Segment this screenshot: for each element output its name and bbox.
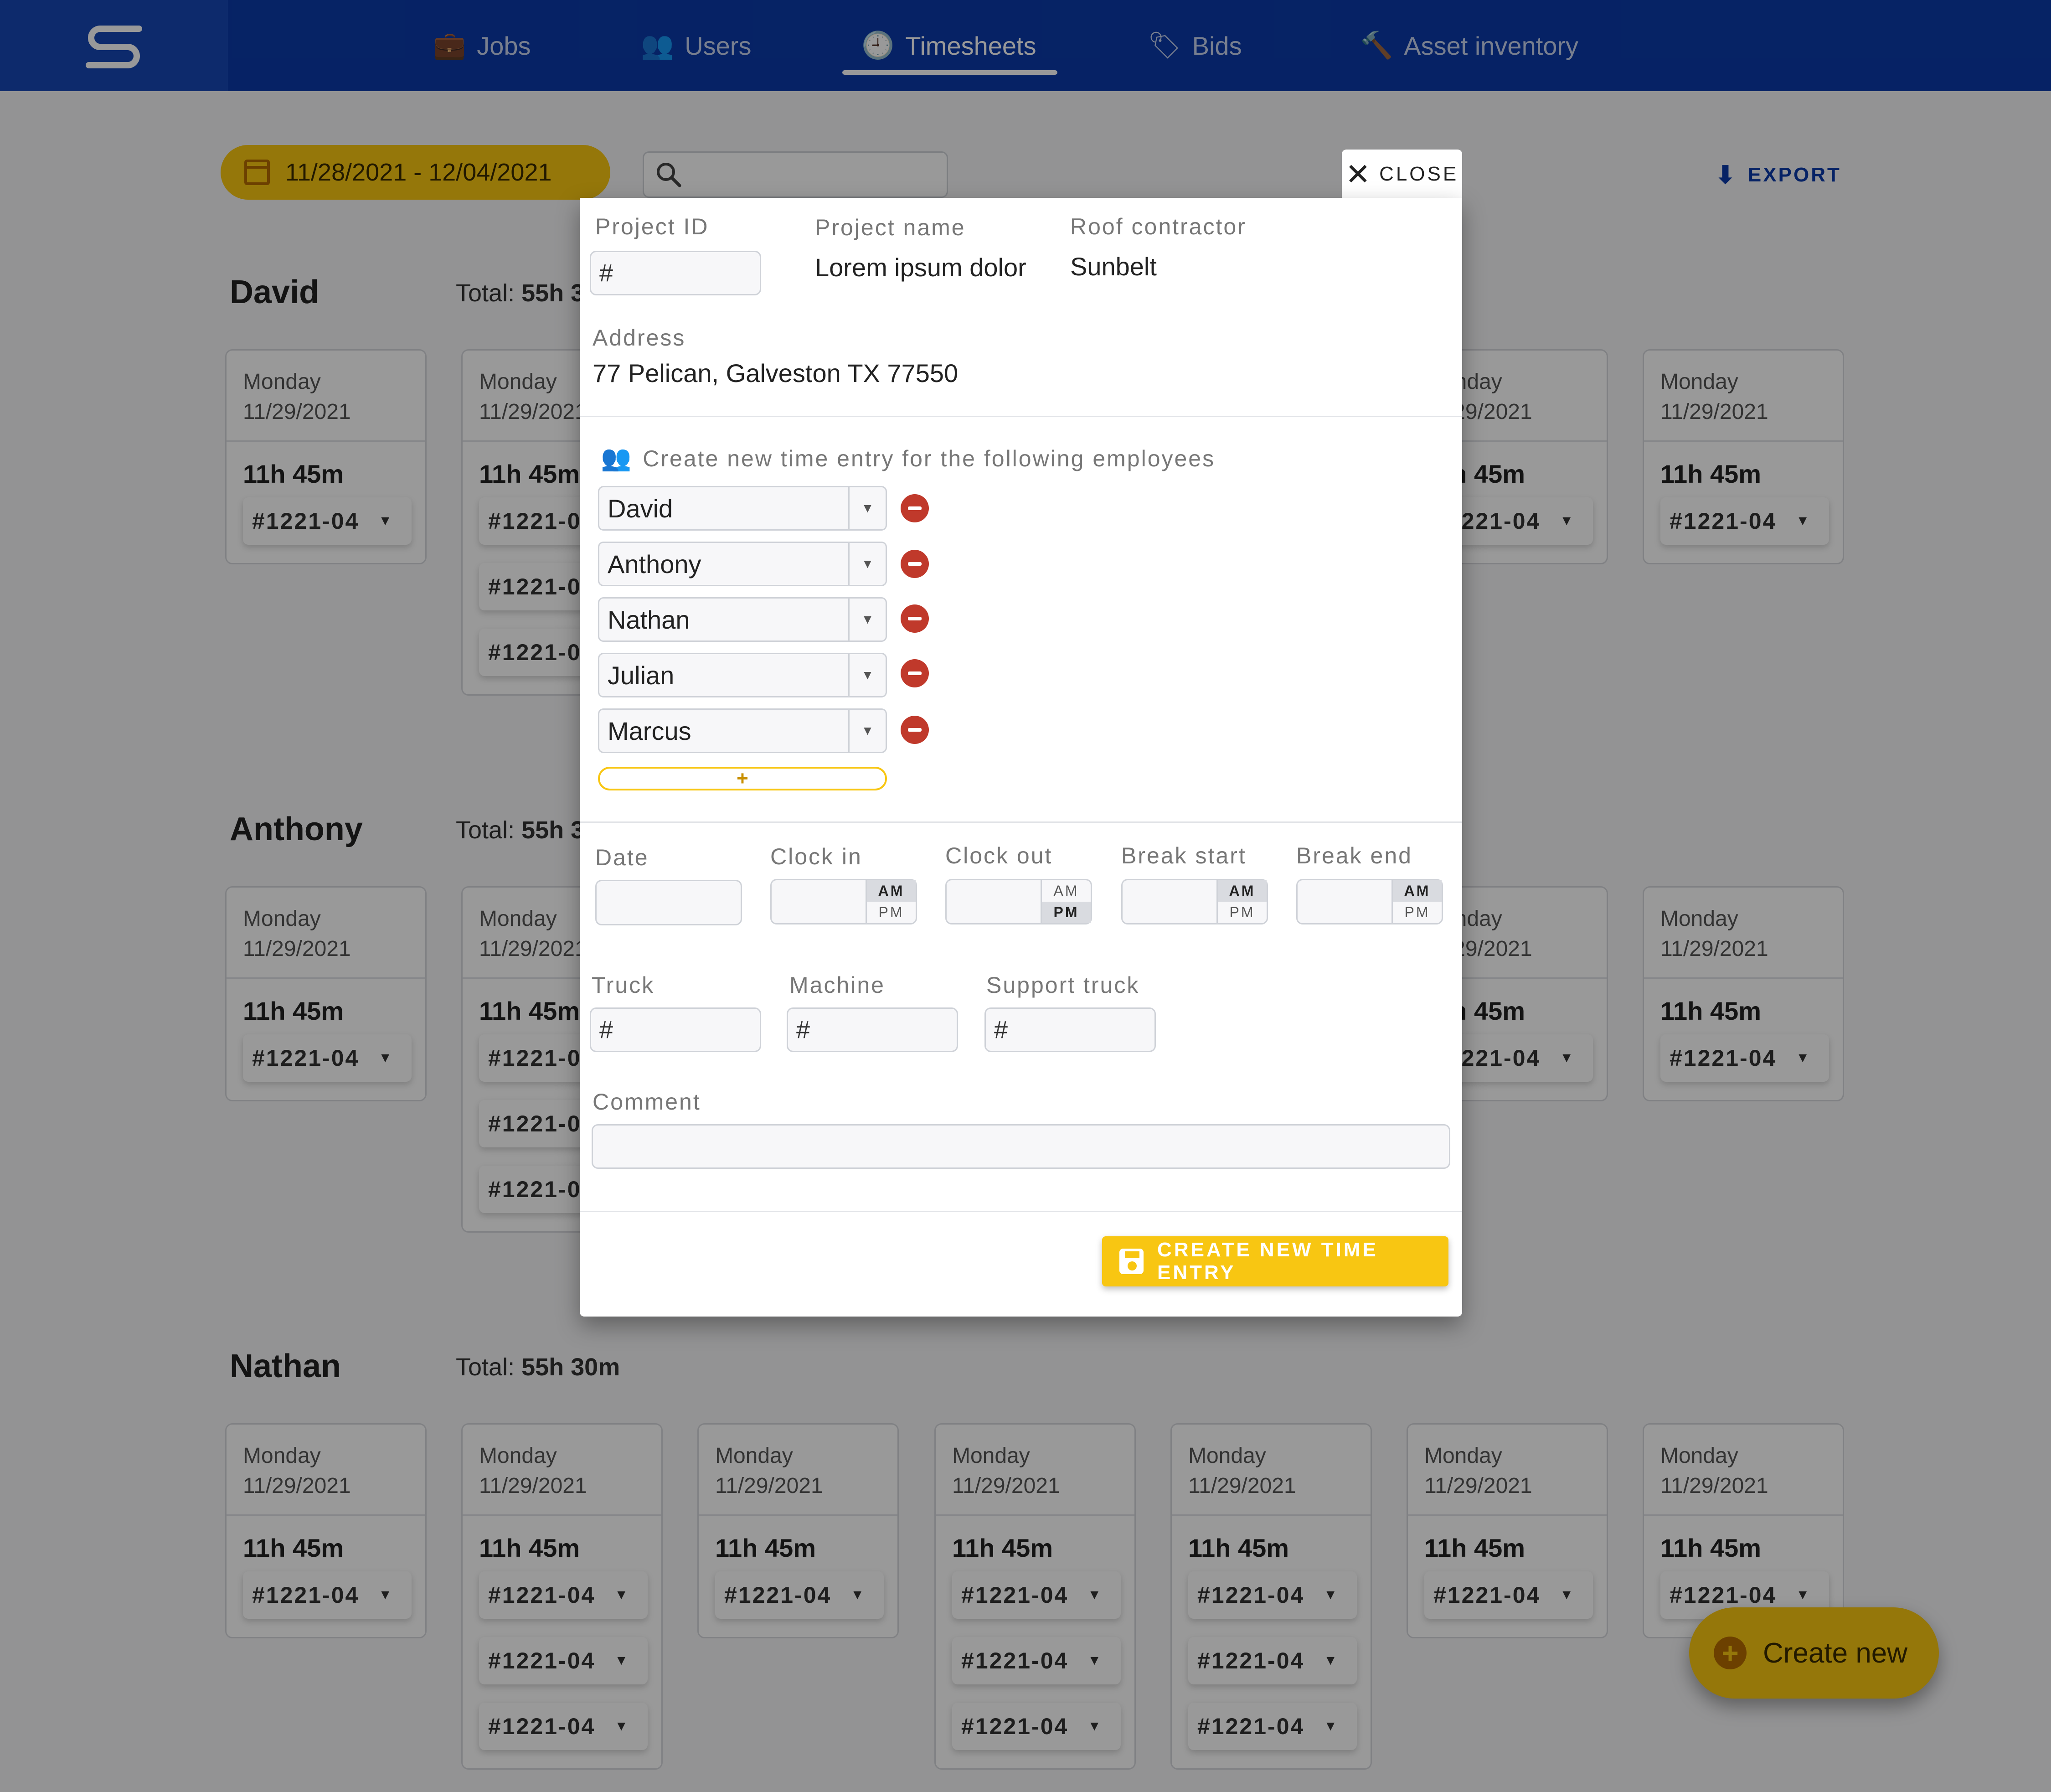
project-id-label: Project ID [595,214,709,239]
project-name-value: Lorem ipsum dolor [815,253,1026,282]
truck-label: Truck [592,972,655,998]
am-pm-toggle[interactable]: AM PM [1391,880,1442,923]
comment-label: Comment [593,1089,701,1115]
new-time-entry-modal: Project ID # Project name Lorem ipsum do… [580,198,1462,1317]
project-id-input[interactable]: # [590,251,761,295]
close-icon: ✕ [1345,157,1373,191]
clock-out-label: Clock out [945,843,1053,868]
roof-contractor-label: Roof contractor [1070,214,1247,239]
address-value: 77 Pelican, Galveston TX 77550 [593,359,959,387]
chevron-down-icon: ▼ [848,487,886,529]
divider [580,1211,1462,1212]
am-pm-toggle[interactable]: AM PM [1216,880,1267,923]
chevron-down-icon: ▼ [848,599,886,640]
employee-select-value: Anthony [608,549,701,578]
employee-select-julian[interactable]: Julian ▼ [598,653,887,697]
employee-select-nathan[interactable]: Nathan ▼ [598,597,887,642]
pm-option[interactable]: PM [1042,902,1091,923]
pm-option[interactable]: PM [1393,902,1442,923]
am-option[interactable]: AM [1393,880,1442,902]
employee-select-anthony[interactable]: Anthony ▼ [598,542,887,586]
machine-label: Machine [789,972,885,998]
create-time-entry-label: CREATE NEW TIME ENTRY [1157,1239,1378,1284]
am-option[interactable]: AM [1042,880,1091,902]
close-button[interactable]: ✕ CLOSE [1342,150,1462,199]
employee-select-value: Julian [608,661,675,690]
divider [580,416,1462,417]
remove-employee-button[interactable] [901,550,929,578]
break-end-input[interactable]: AM PM [1296,879,1443,924]
clock-in-label: Clock in [770,844,862,869]
remove-employee-button[interactable] [901,494,929,522]
roof-contractor-value: Sunbelt [1070,252,1157,281]
add-employee-button[interactable]: + [598,767,887,790]
employee-select-david[interactable]: David ▼ [598,486,887,531]
am-option[interactable]: AM [867,880,916,902]
employees-heading-text: Create new time entry for the following … [643,445,1216,471]
date-input[interactable] [595,880,742,925]
users-icon: 👥 [601,444,633,472]
remove-employee-button[interactable] [901,659,929,687]
truck-input[interactable]: # [590,1007,761,1052]
save-icon [1119,1249,1144,1274]
chevron-down-icon: ▼ [848,710,886,752]
machine-input[interactable]: # [787,1007,958,1052]
close-label: CLOSE [1379,163,1459,185]
address-label: Address [593,325,686,351]
break-start-input[interactable]: AM PM [1121,879,1268,924]
support-truck-input[interactable]: # [984,1007,1156,1052]
break-start-label: Break start [1121,843,1247,868]
comment-input[interactable] [592,1124,1450,1169]
divider [580,821,1462,823]
employee-select-value: Nathan [608,605,690,634]
am-option[interactable]: AM [1218,880,1267,902]
clock-out-input[interactable]: AM PM [945,879,1092,924]
pm-option[interactable]: PM [867,902,916,923]
clock-in-input[interactable]: AM PM [770,879,917,924]
remove-employee-button[interactable] [901,716,929,744]
break-end-label: Break end [1296,843,1412,868]
plus-icon: + [737,767,748,790]
employee-select-value: Marcus [608,716,691,745]
am-pm-toggle[interactable]: AM PM [866,880,916,923]
chevron-down-icon: ▼ [848,654,886,696]
employee-select-value: David [608,494,673,523]
am-pm-toggle[interactable]: AM PM [1041,880,1091,923]
date-label: Date [595,845,649,870]
chevron-down-icon: ▼ [848,543,886,585]
employees-heading: 👥 Create new time entry for the followin… [601,444,1215,473]
create-time-entry-button[interactable]: CREATE NEW TIME ENTRY [1102,1236,1448,1286]
remove-employee-button[interactable] [901,604,929,633]
project-name-label: Project name [815,215,966,240]
support-truck-label: Support truck [986,972,1140,998]
employee-select-marcus[interactable]: Marcus ▼ [598,708,887,753]
pm-option[interactable]: PM [1218,902,1267,923]
